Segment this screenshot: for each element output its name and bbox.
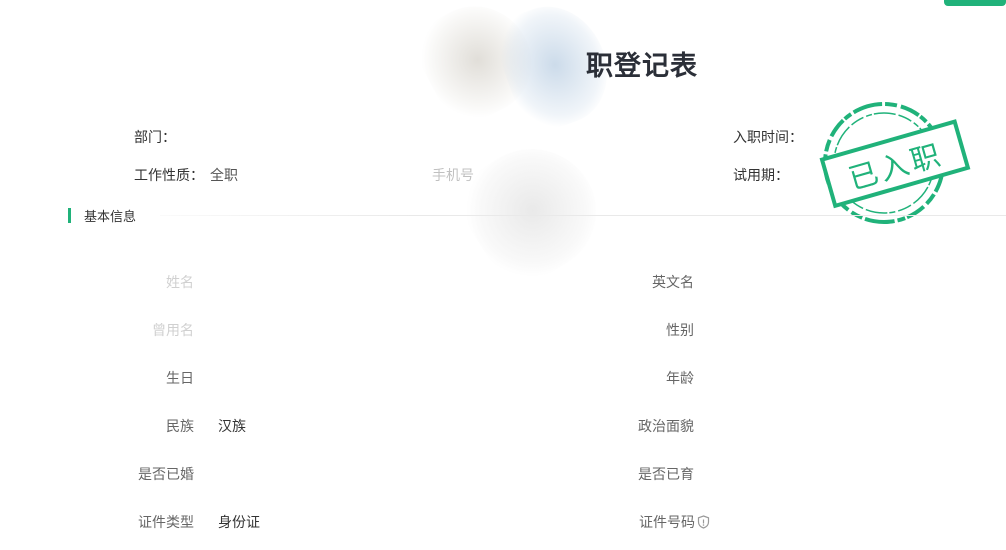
section-divider [160, 215, 1006, 216]
job-type-meta: 工作性质： 全职 [134, 165, 238, 185]
probation-label: 试用期： [733, 168, 789, 184]
ethnicity-value: 汉族 [218, 419, 246, 435]
hire-date-label: 入职时间： [733, 130, 803, 146]
shield-icon[interactable] [697, 515, 710, 533]
former-name-label: 曾用名 [152, 323, 194, 339]
onboarded-stamp: 已入职 [819, 102, 971, 224]
married-label: 是否已婚 [138, 467, 194, 483]
department-meta: 部门： [134, 127, 182, 147]
job-type-value: 全职 [210, 168, 238, 184]
section-accent-bar [68, 207, 71, 223]
top-action-button[interactable] [944, 0, 1006, 6]
page-title: 职登记表 [586, 51, 698, 82]
job-type-label: 工作性质： [134, 168, 204, 184]
redaction-smudge [446, 124, 619, 297]
gender-label: 性别 [666, 323, 694, 339]
id-number-field: 证件号码 [639, 512, 710, 533]
probation-meta: 试用期： [733, 165, 789, 185]
redaction-smudge [405, 0, 550, 134]
basic-info-section-header: 基本信息 [68, 206, 137, 225]
hire-date-meta: 入职时间： [733, 127, 809, 147]
id-number-label: 证件号码 [639, 515, 695, 531]
has-children-label: 是否已育 [638, 467, 694, 483]
age-label: 年龄 [666, 371, 694, 387]
phone-label: 手机号 [432, 168, 474, 184]
english-name-label: 英文名 [652, 275, 694, 291]
id-type-value: 身份证 [218, 515, 260, 531]
ethnicity-label: 民族 [166, 419, 194, 435]
section-title: 基本信息 [84, 209, 137, 225]
name-label: 姓名 [166, 275, 194, 291]
birthday-label: 生日 [166, 371, 194, 387]
id-type-label: 证件类型 [138, 515, 194, 531]
phone-meta: 手机号 [432, 165, 474, 185]
department-label: 部门： [134, 130, 176, 146]
political-status-label: 政治面貌 [638, 419, 694, 435]
stamp-text: 已入职 [845, 137, 947, 196]
